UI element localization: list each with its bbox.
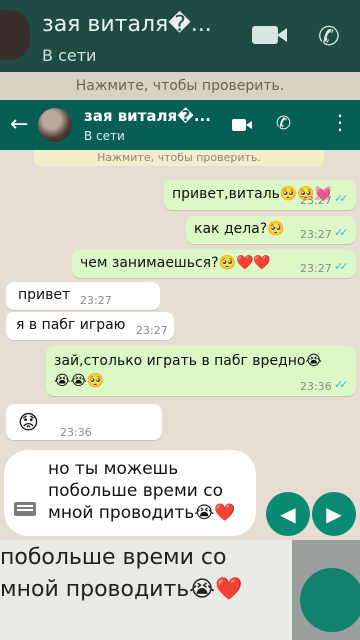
message-text: 😟 xyxy=(18,410,39,434)
message-bubble-incoming[interactable]: привет 23:27 xyxy=(6,282,160,310)
keyboard-icon[interactable] xyxy=(14,502,36,516)
contact-avatar[interactable] xyxy=(38,108,72,142)
background-phone-icon: ✆ xyxy=(318,22,340,52)
previous-button[interactable]: ◀ xyxy=(266,492,310,536)
read-ticks-icon: ✓✓ xyxy=(334,378,349,391)
message-bubble-incoming[interactable]: я в пабг играю 23:27 xyxy=(6,312,174,340)
chat-screen: ← зая виталя�... В сети ✆ ⋮ Нажмите, что… xyxy=(0,100,360,540)
message-text: как дела?🥺 xyxy=(194,221,285,237)
message-time: 23:36 xyxy=(300,380,332,393)
message-text: зай,столько играть в пабг вредно😭 😭😭🥺 xyxy=(54,353,322,389)
composer-text[interactable]: но ты можешь побольше времи со мной пров… xyxy=(48,458,235,524)
background-bubble: побольше времи со мной проводить😭❤️ xyxy=(0,540,292,640)
message-text: привет xyxy=(18,287,71,303)
back-arrow-icon[interactable]: ← xyxy=(10,112,28,137)
message-time: 23:27 xyxy=(80,294,112,307)
read-ticks-icon: ✓✓ xyxy=(334,260,349,273)
phone-call-icon[interactable]: ✆ xyxy=(276,113,291,134)
message-time: 23:27 xyxy=(300,228,332,241)
chat-header: ← зая виталя�... В сети ✆ ⋮ xyxy=(0,100,360,150)
message-bubble-incoming[interactable]: 😟 23:36 xyxy=(6,404,162,440)
background-composer-text: побольше времи со мной проводить😭❤️ xyxy=(0,545,243,602)
menu-dots-icon[interactable]: ⋮ xyxy=(330,112,350,132)
background-footer-blur: побольше времи со мной проводить😭❤️ xyxy=(0,540,360,640)
background-banner: Нажмите, чтобы проверить. xyxy=(0,72,360,100)
message-bubble-outgoing[interactable]: чем занимаешься?🥺❤️❤️ 23:27 ✓✓ xyxy=(72,250,356,278)
next-button[interactable]: ▶ xyxy=(312,492,356,536)
message-bubble-outgoing[interactable]: привет,виталь🥺🥺💓 23:27 ✓✓ xyxy=(164,180,356,210)
background-nav-button xyxy=(300,568,360,632)
message-time: 23:36 xyxy=(60,426,92,439)
message-composer[interactable]: но ты можешь побольше времи со мной пров… xyxy=(4,450,256,536)
message-text: чем занимаешься?🥺❤️❤️ xyxy=(80,255,271,271)
message-time: 23:27 xyxy=(136,324,168,337)
background-header-blur: зая виталя�... В сети ✆ Нажмите, чтобы п… xyxy=(0,0,360,100)
message-text: я в пабг играю xyxy=(16,317,126,333)
verify-banner[interactable]: Нажмите, чтобы проверить. xyxy=(34,150,324,166)
background-contact-name: зая виталя�... xyxy=(42,12,212,37)
read-ticks-icon: ✓✓ xyxy=(334,192,349,205)
video-call-icon[interactable] xyxy=(232,119,252,131)
message-bubble-outgoing[interactable]: как дела?🥺 23:27 ✓✓ xyxy=(186,216,356,244)
message-bubble-outgoing[interactable]: зай,столько играть в пабг вредно😭 😭😭🥺 23… xyxy=(46,346,356,396)
background-video-icon xyxy=(252,26,287,44)
contact-status: В сети xyxy=(84,129,125,143)
background-avatar xyxy=(0,10,30,60)
background-contact-status: В сети xyxy=(42,46,97,65)
message-time: 23:27 xyxy=(300,262,332,275)
contact-name[interactable]: зая виталя�... xyxy=(84,107,211,125)
read-ticks-icon: ✓✓ xyxy=(334,226,349,239)
message-time: 23:27 xyxy=(300,194,332,207)
